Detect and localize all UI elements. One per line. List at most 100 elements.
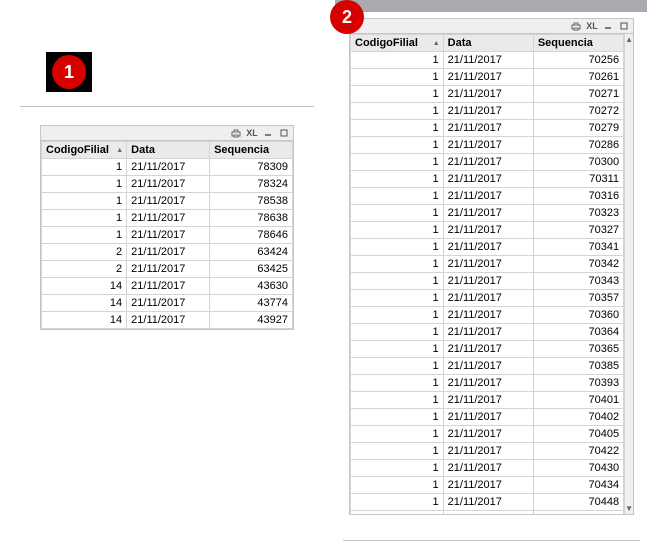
table-row[interactable]: 121/11/201770402: [351, 409, 624, 426]
table-cell: 14: [42, 312, 127, 329]
table-row[interactable]: 121/11/201770401: [351, 392, 624, 409]
table-row[interactable]: 121/11/201770323: [351, 205, 624, 222]
table-row[interactable]: 121/11/201770256: [351, 52, 624, 69]
table-cell: 1: [351, 103, 444, 120]
table-row[interactable]: 121/11/201770364: [351, 324, 624, 341]
table-cell: 21/11/2017: [443, 137, 533, 154]
maximize-icon[interactable]: [278, 128, 290, 138]
table-row[interactable]: 121/11/201770341: [351, 239, 624, 256]
table-cell: 1: [42, 176, 127, 193]
table-row[interactable]: 121/11/201770405: [351, 426, 624, 443]
table-row[interactable]: 121/11/201770300: [351, 154, 624, 171]
table-row[interactable]: 221/11/201763425: [42, 261, 293, 278]
table-row[interactable]: 121/11/201770448: [351, 494, 624, 511]
column-header-label: Sequencia: [214, 144, 269, 156]
export-xl-button[interactable]: XL: [586, 21, 598, 31]
table-row[interactable]: 121/11/201770316: [351, 188, 624, 205]
table-row[interactable]: 121/11/201770422: [351, 443, 624, 460]
table-row[interactable]: 121/11/201770342: [351, 256, 624, 273]
column-header-data[interactable]: Data: [127, 142, 210, 159]
sort-asc-icon: ▲: [116, 144, 123, 158]
table-cell: 21/11/2017: [127, 278, 210, 295]
table-cell: 21/11/2017: [443, 188, 533, 205]
table-row[interactable]: 121/11/201770393: [351, 375, 624, 392]
table-row[interactable]: 121/11/201778538: [42, 193, 293, 210]
minimize-icon[interactable]: [262, 128, 274, 138]
table-cell: 1: [42, 193, 127, 210]
table-row[interactable]: 121/11/201770430: [351, 460, 624, 477]
table-cell: 1: [351, 171, 444, 188]
table-row[interactable]: 121/11/201770261: [351, 69, 624, 86]
minimize-icon[interactable]: [602, 21, 614, 31]
table-cell: 1: [351, 52, 444, 69]
table-row[interactable]: 121/11/201770271: [351, 86, 624, 103]
table-row[interactable]: 121/11/201770343: [351, 273, 624, 290]
column-header-codigofilial[interactable]: CodigoFilial ▲: [351, 35, 444, 52]
table-cell: 21/11/2017: [443, 256, 533, 273]
vertical-scrollbar[interactable]: ▲ ▼: [624, 34, 633, 514]
column-header-data[interactable]: Data: [443, 35, 533, 52]
print-icon[interactable]: [570, 21, 582, 31]
table-cell: 70393: [533, 375, 623, 392]
table-row[interactable]: 121/11/201778646: [42, 227, 293, 244]
table-row[interactable]: 121/11/201770279: [351, 120, 624, 137]
table-cell: 70272: [533, 103, 623, 120]
table-row[interactable]: 121/11/201770286: [351, 137, 624, 154]
table-cell: 21/11/2017: [443, 324, 533, 341]
table-cell: 70342: [533, 256, 623, 273]
table-cell: 2: [42, 261, 127, 278]
table-cell: 21/11/2017: [127, 261, 210, 278]
scroll-up-icon[interactable]: ▲: [625, 34, 633, 45]
table-cell: 21/11/2017: [443, 171, 533, 188]
table-cell: 70401: [533, 392, 623, 409]
table-row[interactable]: 121/11/201770360: [351, 307, 624, 324]
table-cell: 70256: [533, 52, 623, 69]
table-cell: 1: [351, 426, 444, 443]
table-row[interactable]: 121/11/201778324: [42, 176, 293, 193]
table-row[interactable]: 1421/11/201743927: [42, 312, 293, 329]
print-icon[interactable]: [230, 128, 242, 138]
table-row[interactable]: 121/11/201770311: [351, 171, 624, 188]
table-cell: 14: [42, 278, 127, 295]
scroll-down-icon[interactable]: ▼: [625, 503, 633, 514]
column-header-label: CodigoFilial: [46, 144, 109, 156]
table-row[interactable]: 121/11/201770357: [351, 290, 624, 307]
maximize-icon[interactable]: [618, 21, 630, 31]
table-cell: 78324: [210, 176, 293, 193]
table-row[interactable]: 121/11/201778638: [42, 210, 293, 227]
table-cell: 63424: [210, 244, 293, 261]
table-cell: 21/11/2017: [127, 176, 210, 193]
export-xl-button[interactable]: XL: [246, 128, 258, 138]
table-cell: 78538: [210, 193, 293, 210]
column-header-sequencia[interactable]: Sequencia: [533, 35, 623, 52]
table-row[interactable]: 121/11/201770365: [351, 341, 624, 358]
table-cell: 21/11/2017: [127, 244, 210, 261]
annotation-badge-2: 2: [330, 0, 364, 34]
table-row[interactable]: 1421/11/201743774: [42, 295, 293, 312]
table-row[interactable]: 121/11/201770327: [351, 222, 624, 239]
table-cell: 1: [42, 227, 127, 244]
column-header-label: Data: [448, 37, 472, 49]
table-cell: 1: [351, 188, 444, 205]
table-cell: 1: [351, 494, 444, 511]
column-header-sequencia[interactable]: Sequencia: [210, 142, 293, 159]
table-cell: 21/11/2017: [443, 52, 533, 69]
table-cell: 21/11/2017: [127, 193, 210, 210]
table-row[interactable]: 121/11/201778309: [42, 159, 293, 176]
table-row[interactable]: 221/11/201763424: [42, 244, 293, 261]
table-cell: 70316: [533, 188, 623, 205]
table-cell: 1: [42, 210, 127, 227]
table-cell: 1: [351, 460, 444, 477]
table-cell: 21/11/2017: [443, 358, 533, 375]
table-cell: 70343: [533, 273, 623, 290]
column-header-codigofilial[interactable]: CodigoFilial ▲: [42, 142, 127, 159]
table-row[interactable]: 121/11/201770272: [351, 103, 624, 120]
table-row[interactable]: 121/11/201770385: [351, 358, 624, 375]
table-row[interactable]: 121/11/201770434: [351, 477, 624, 494]
table-cell: 70300: [533, 154, 623, 171]
table-row[interactable]: 1421/11/201743630: [42, 278, 293, 295]
table-row[interactable]: 121/11/201770451: [351, 511, 624, 515]
table-cell: 21/11/2017: [127, 227, 210, 244]
table-header-row: CodigoFilial ▲ Data Sequencia: [42, 142, 293, 159]
column-header-label: Data: [131, 144, 155, 156]
